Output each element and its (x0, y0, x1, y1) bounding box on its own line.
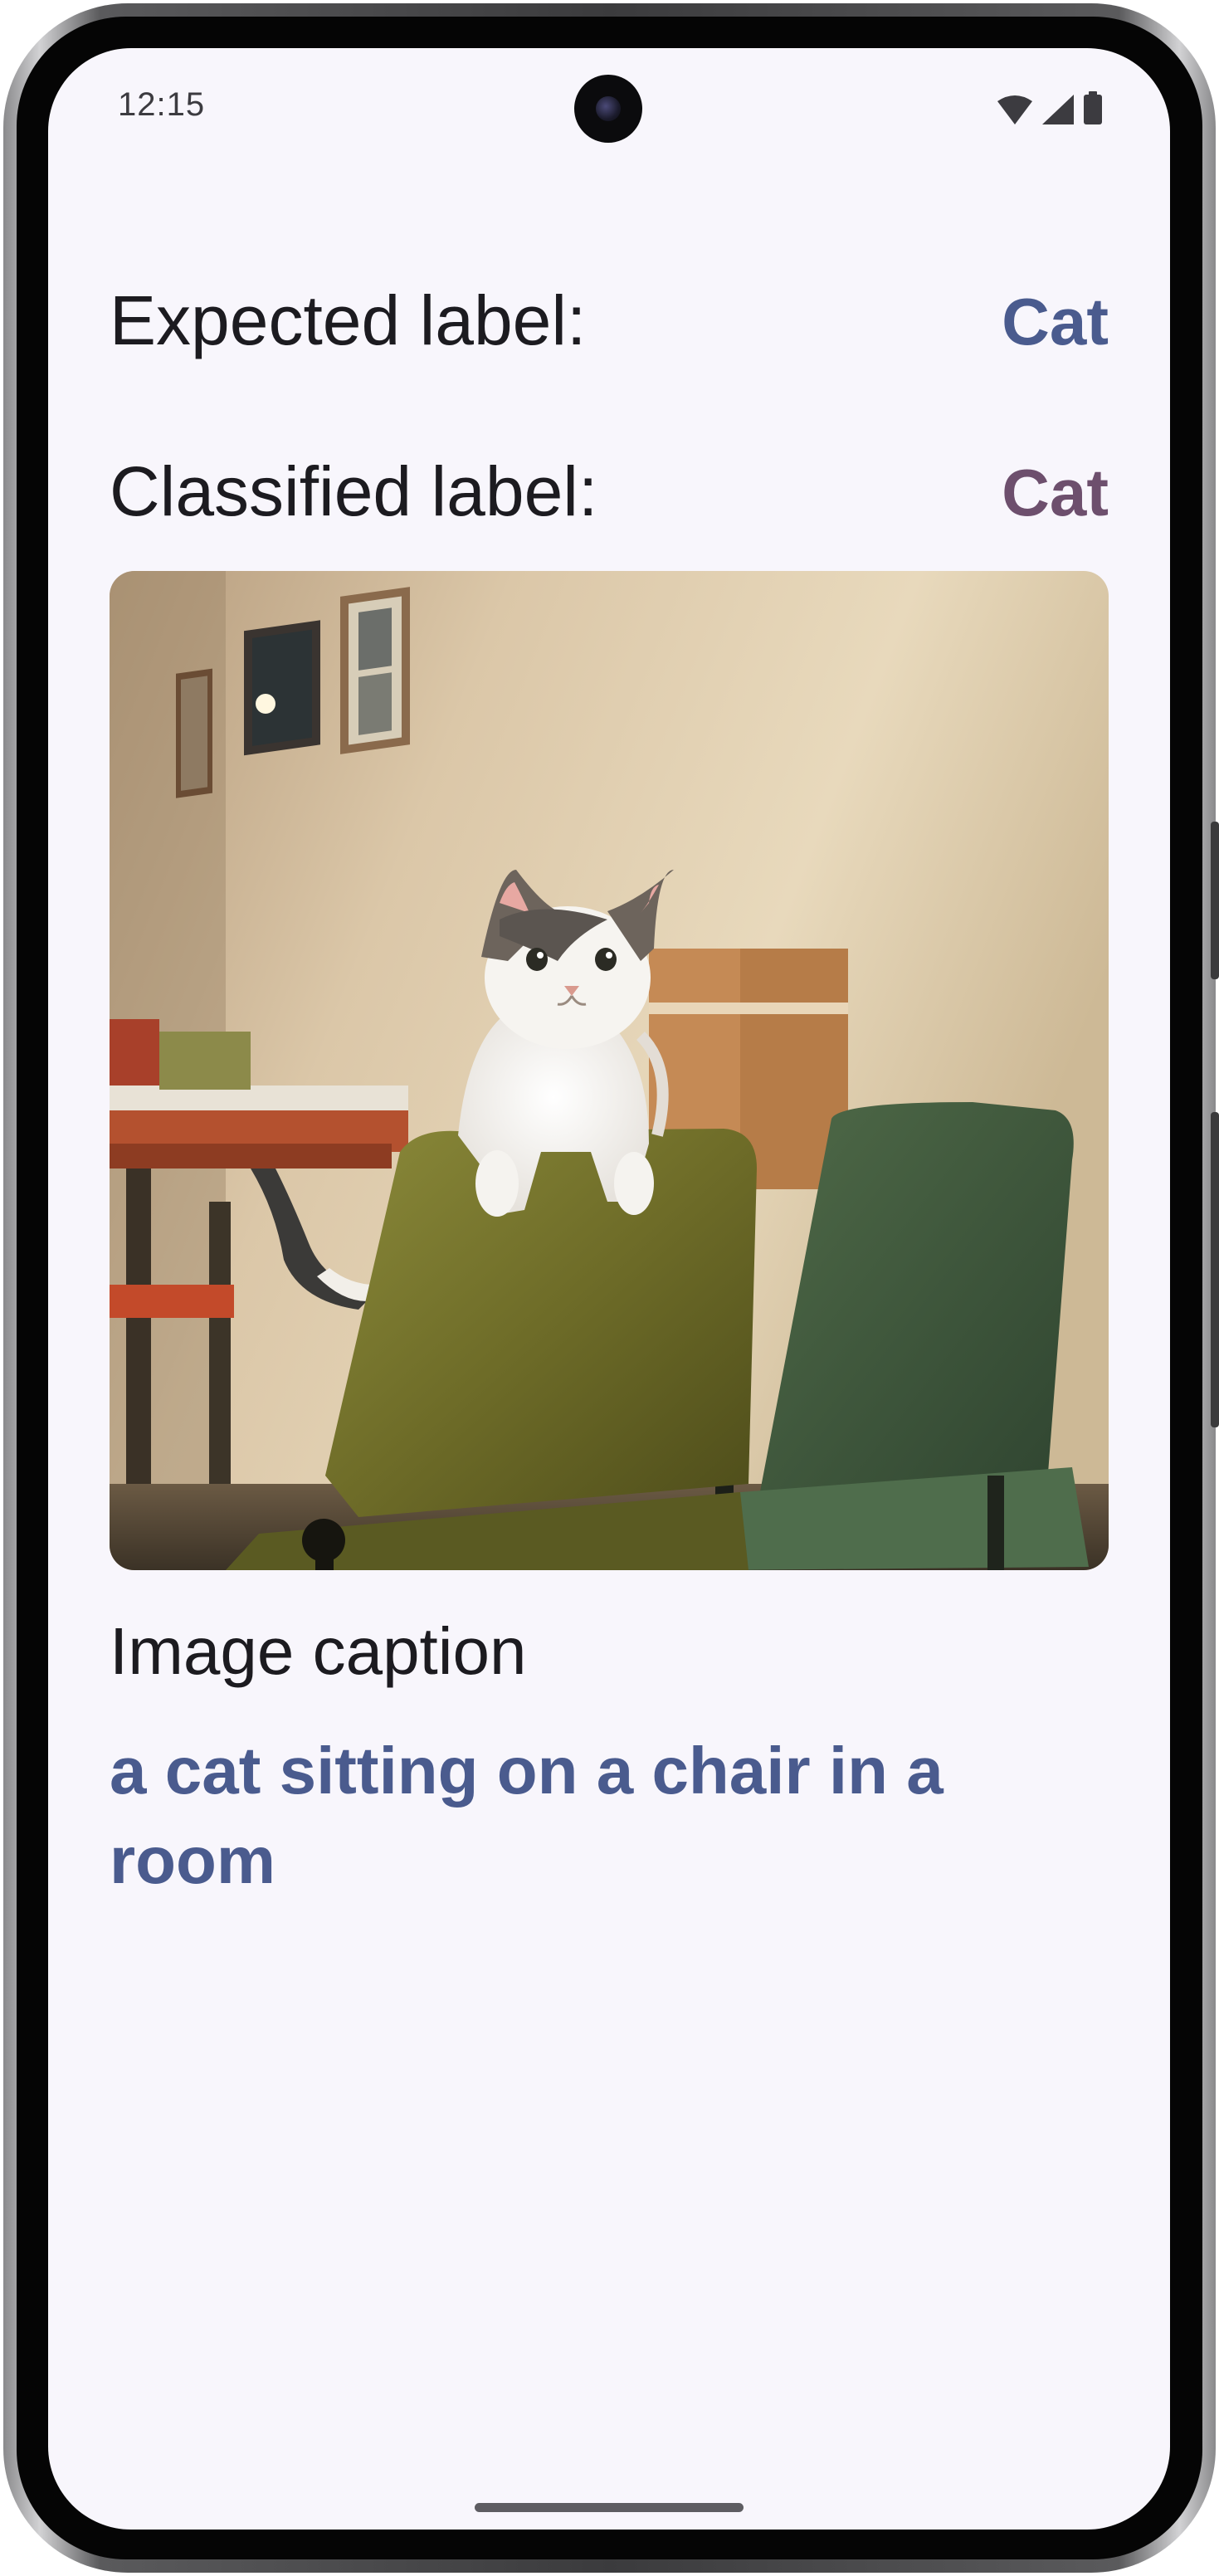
camera-lens (596, 96, 621, 121)
expected-label-heading: Expected label: (110, 281, 587, 359)
image-caption-text: a cat sitting on a chair in a room (110, 1734, 944, 1897)
status-icons (997, 91, 1102, 124)
expected-label-row: Expected label: Cat (110, 281, 1109, 361)
expected-label-value: Cat (1002, 285, 1109, 359)
classified-label-row: Classified label: Cat (110, 451, 1109, 532)
wifi-icon (997, 95, 1032, 124)
cat-on-chair-photo (110, 571, 1109, 1570)
power-button (1211, 822, 1219, 979)
battery-icon (1084, 91, 1102, 124)
volume-button (1211, 1112, 1219, 1427)
classified-label-value: Cat (1002, 456, 1109, 529)
app-screen: 12:15 Expected label: Cat Classified lab… (48, 48, 1170, 2530)
device-stage: 12:15 Expected label: Cat Classified lab… (0, 0, 1219, 2576)
photo-illustration (110, 571, 1109, 1570)
status-time: 12:15 (118, 86, 206, 123)
image-caption-heading: Image caption (110, 1614, 527, 1688)
cellular-signal-icon (1042, 95, 1074, 124)
home-indicator[interactable] (475, 2503, 744, 2512)
classified-label-heading: Classified label: (110, 452, 598, 530)
status-bar: 12:15 (48, 48, 1170, 156)
front-camera (574, 75, 642, 143)
